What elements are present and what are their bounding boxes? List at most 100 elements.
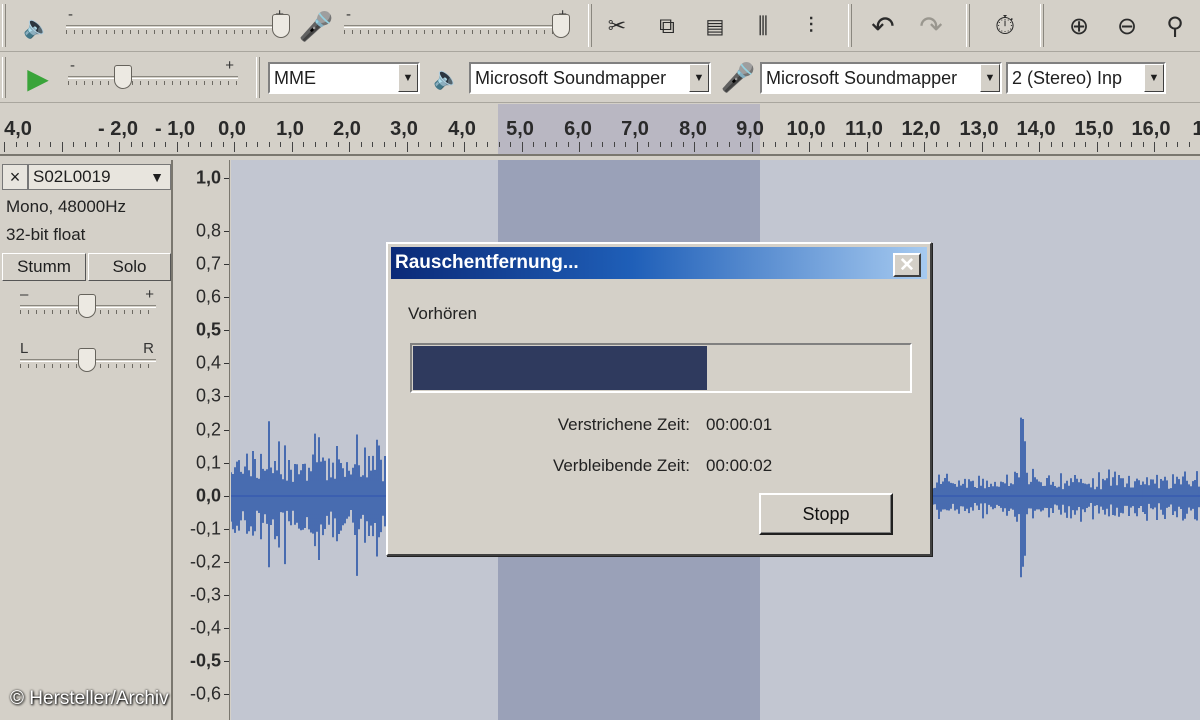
ruler-tick [935,142,937,147]
ruler-tick [912,142,914,147]
ruler-tick [441,142,442,147]
ruler-tick [245,142,247,147]
ruler-tick [809,142,810,152]
amplitude-tick [224,628,229,629]
stop-button[interactable]: Stopp [759,493,893,535]
output-device-select[interactable]: Microsoft Soundmapper ▼ [469,62,711,94]
ruler-tick [1119,142,1121,147]
toolbar-grip[interactable] [2,57,6,98]
ruler-tick [96,142,97,147]
slider-thumb[interactable] [552,14,570,38]
ruler-tick [1108,142,1109,147]
ruler-tick [751,142,753,152]
ruler-tick [843,142,845,147]
toolbar-grip[interactable] [966,4,970,47]
silence-button[interactable]: ⫶ [790,5,832,47]
slider-thumb[interactable] [272,14,290,38]
ruler-tick [268,142,270,147]
ruler-tick [820,142,822,147]
toolbar-grip[interactable] [848,4,852,47]
ruler-tick [832,142,833,147]
amplitude-tick [224,178,229,179]
trim-icon: ⫼ [757,13,769,38]
ruler-tick [705,142,707,147]
audio-host-select[interactable]: MME ▼ [268,62,420,94]
playback-speed-slider[interactable]: - + [68,57,238,91]
input-device-value: Microsoft Soundmapper [766,67,958,88]
ruler-label: 4,0 [4,118,32,140]
undo-button[interactable]: ↶ [862,5,904,47]
ruler-label: 2,0 [333,118,361,140]
amplitude-label: 0,1 [195,452,221,473]
mute-button[interactable]: Stumm [2,253,86,281]
solo-button[interactable]: Solo [88,253,171,281]
cut-button[interactable]: ✂ [596,5,638,47]
ruler-tick [1039,142,1040,152]
ruler-tick [947,142,948,147]
dialog-close-button[interactable]: ✕ [893,253,921,277]
ruler-tick [544,142,546,147]
dialog-caption: Vorhören [408,304,477,323]
ruler-tick [786,142,787,147]
input-device-select[interactable]: Microsoft Soundmapper ▼ [760,62,1002,94]
amplitude-tick [224,529,229,530]
elapsed-time-value: 00:00:01 [706,415,773,434]
input-channels-select[interactable]: 2 (Stereo) Inp ▼ [1006,62,1166,94]
slider-thumb[interactable] [78,294,96,318]
track-close-button[interactable]: × [2,164,28,190]
amplitude-tick [224,231,229,232]
solo-label: Solo [112,257,147,276]
track-name-menu[interactable]: S02L0019 ▼ [28,164,171,190]
pan-left-label: L [20,340,29,357]
ruler-tick [176,142,178,152]
slider-thumb[interactable] [78,348,96,372]
amplitude-label: -0,2 [189,551,221,572]
chevron-down-icon[interactable]: ▼ [980,64,1000,92]
ruler-tick [728,142,730,147]
chevron-down-icon[interactable]: ▼ [1144,64,1164,92]
microphone-icon: 🎤 [298,10,334,42]
amplitude-label: 0,4 [195,352,221,373]
toolbar-grip[interactable] [2,4,6,47]
dialog-titlebar[interactable]: Rauschentfernung... ✕ [391,247,927,279]
playback-volume-slider[interactable]: - + [66,6,290,40]
ruler-tick [464,142,465,152]
trim-button[interactable]: ⫼ [742,5,784,47]
recording-volume-slider[interactable]: - + [344,6,570,40]
paste-icon: ▤ [705,15,725,38]
copy-button[interactable]: ⧉ [646,5,688,47]
amplitude-scale[interactable]: 1,0 0,8 0,7 0,6 0,5 0,4 0,3 0,2 0,1 0,0 -0,1 -0,2 -0… [175,160,230,720]
ruler-tick [981,142,983,152]
copyright-notice: © Hersteller/Archiv [10,688,169,709]
zoom-in-button[interactable]: ⊕ [1058,5,1100,47]
ruler-tick [314,142,316,147]
ruler-tick [590,142,592,147]
timeline-ruler[interactable]: 4,0 - 2,0 - 1,0 0,0 1,0 2,0 3,0 4,0 5,0 6,0 7,0 8,0… [0,104,1200,156]
ruler-tick [4,142,5,152]
ruler-tick [924,142,925,152]
dialog-title: Rauschentfernung... [395,252,579,273]
toolbar-grip[interactable] [1040,4,1044,47]
ruler-tick [360,142,362,147]
sync-lock-button[interactable]: ⏱ [984,5,1026,47]
gain-slider[interactable]: – + [20,286,156,320]
chevron-down-icon[interactable]: ▼ [689,64,709,92]
play-icon[interactable]: ▶ [20,61,56,95]
slider-thumb[interactable] [114,65,132,89]
undo-icon: ↶ [871,10,895,42]
ruler-tick [510,142,511,147]
ruler-tick [27,142,28,147]
fit-zoom-button[interactable]: ⚲ [1154,5,1196,47]
paste-button[interactable]: ▤ [694,5,736,47]
zoom-out-button[interactable]: ⊖ [1106,5,1148,47]
redo-button[interactable]: ↷ [910,5,952,47]
pan-slider[interactable]: L R [20,340,156,374]
ruler-label: - 2,0 [97,118,139,140]
gain-plus-label: + [145,286,154,303]
ruler-tick [671,142,672,147]
chevron-down-icon[interactable]: ▼ [398,64,418,92]
ruler-tick [866,142,868,152]
toolbar-grip[interactable] [256,57,260,98]
toolbar-grip[interactable] [588,4,592,47]
track-name: S02L0019 [33,167,111,186]
